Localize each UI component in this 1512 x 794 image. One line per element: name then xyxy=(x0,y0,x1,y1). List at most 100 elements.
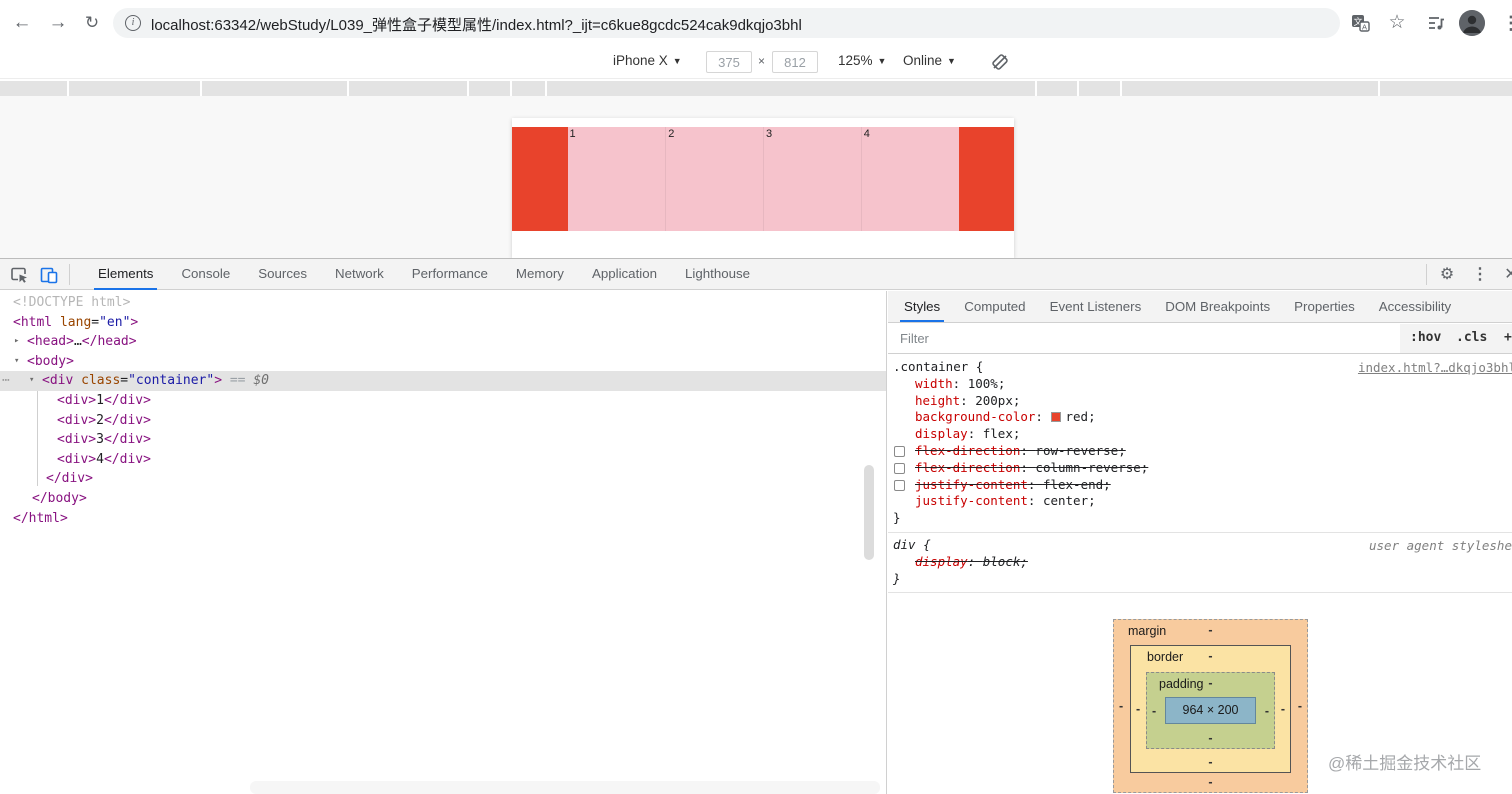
elements-horizontal-scrollbar[interactable] xyxy=(250,781,880,794)
dom-tree-row[interactable]: ▾ <body> xyxy=(0,352,886,372)
sidebar-tab-event-listeners[interactable]: Event Listeners xyxy=(1038,291,1154,322)
address-bar[interactable]: i localhost:63342/webStudy/L039_弹性盒子模型属性… xyxy=(113,8,1340,38)
rule-source-link[interactable]: index.html?…dkqjo3bhl xyxy=(1358,360,1512,377)
css-declaration[interactable]: width: 100%; xyxy=(888,376,1512,393)
css-declaration[interactable]: display: block; xyxy=(888,554,1512,571)
dom-tree-row[interactable]: <div>1</div> xyxy=(0,391,886,411)
tab-network[interactable]: Network xyxy=(321,259,398,290)
toggle-element-state-button[interactable]: :hov xyxy=(1410,330,1441,345)
tab-application[interactable]: Application xyxy=(578,259,671,290)
dom-tree-row[interactable]: ▸ <head>…</head> xyxy=(0,332,886,352)
expand-arrow-icon[interactable]: ▾ xyxy=(29,371,34,391)
css-declaration[interactable]: background-color: red; xyxy=(888,409,1512,426)
color-swatch[interactable] xyxy=(1051,412,1062,423)
chrome-window: ← → ↻ i localhost:63342/webStudy/L039_弹性… xyxy=(0,0,1512,794)
chevron-down-icon: ▼ xyxy=(947,56,956,66)
row-options-dots[interactable]: ⋯ xyxy=(2,371,10,391)
preview-item: 4 xyxy=(860,127,959,231)
content-dimensions: 964 × 200 xyxy=(1182,703,1239,717)
expand-arrow-icon[interactable]: ▸ xyxy=(14,332,19,352)
box-model-content[interactable]: 964 × 200 xyxy=(1165,697,1256,724)
device-toolbar: iPhone X▼ × 125%▼ Online▼ xyxy=(0,46,1512,79)
bookmark-star-icon[interactable]: ☆ xyxy=(1386,13,1408,35)
dom-tree-row[interactable]: </body> xyxy=(0,489,886,509)
translate-icon[interactable]: 文A xyxy=(1350,13,1372,35)
declaration-checkbox[interactable] xyxy=(894,479,905,491)
reload-icon[interactable]: ↻ xyxy=(80,11,104,35)
site-info-icon[interactable]: i xyxy=(125,15,141,31)
chevron-down-icon: ▼ xyxy=(672,56,682,66)
box-model-border[interactable]: border - - - - padding - - - - 964 × 200 xyxy=(1130,645,1291,773)
dom-tree-row[interactable]: <!DOCTYPE html> xyxy=(0,293,886,313)
sidebar-tab-properties[interactable]: Properties xyxy=(1282,291,1367,322)
expand-arrow-icon[interactable]: ▾ xyxy=(14,352,19,372)
dom-tree-row[interactable]: ⋯ ▾ <div class="container"> == $0 xyxy=(0,371,886,391)
css-declaration[interactable]: height: 200px; xyxy=(888,393,1512,410)
back-icon[interactable]: ← xyxy=(10,11,34,35)
dom-tree-row[interactable]: <div>4</div> xyxy=(0,450,886,470)
inspect-element-icon[interactable] xyxy=(9,265,29,285)
toolbar-divider xyxy=(1426,264,1427,285)
preview-item: 2 xyxy=(665,127,763,231)
css-declaration[interactable]: justify-content: flex-end; xyxy=(888,477,1512,494)
devtools-toolbar: Elements Console Sources Network Performance… xyxy=(0,259,1512,290)
box-model-margin[interactable]: margin - - - - border - - - - padding - xyxy=(1113,619,1308,793)
preview-flex-container: 1234 xyxy=(512,127,1014,231)
close-icon[interactable]: ✕ xyxy=(1502,266,1512,284)
css-selector[interactable]: .container { xyxy=(888,359,983,374)
css-declaration[interactable]: flex-direction: column-reverse; xyxy=(888,460,1512,477)
sidebar-tab-dom-breakpoints[interactable]: DOM Breakpoints xyxy=(1153,291,1282,322)
dom-tree-row[interactable]: <html lang="en"> xyxy=(0,313,886,333)
preview-item: 1 xyxy=(567,127,666,231)
dom-tree-row[interactable]: </html> xyxy=(0,509,886,529)
devtools-menu-icon[interactable]: ⋮ xyxy=(1471,266,1489,284)
tab-console[interactable]: Console xyxy=(167,259,244,290)
sidebar-tab-computed[interactable]: Computed xyxy=(952,291,1037,322)
browser-menu-icon[interactable]: ⋮ xyxy=(1500,13,1512,35)
viewport-width-input[interactable] xyxy=(706,51,752,73)
url-text: localhost:63342/webStudy/L039_弹性盒子模型属性/i… xyxy=(151,17,802,34)
rotate-viewport-icon[interactable] xyxy=(990,52,1010,72)
browser-toolbar: ← → ↻ i localhost:63342/webStudy/L039_弹性… xyxy=(0,0,1512,46)
preview-item: 3 xyxy=(763,127,861,231)
tab-memory[interactable]: Memory xyxy=(502,259,578,290)
zoom-select[interactable]: 125% ▼ xyxy=(838,53,886,68)
device-viewport-area: 1234 xyxy=(0,96,1512,258)
device-toolbar-toggle-icon[interactable] xyxy=(39,265,59,285)
profile-avatar[interactable] xyxy=(1459,10,1485,36)
styles-filter-input[interactable] xyxy=(888,324,1400,353)
watermark: @稀土掘金技术社区 xyxy=(1328,754,1482,773)
new-style-rule-button[interactable]: + xyxy=(1504,330,1512,345)
dom-tree-row[interactable]: </div> xyxy=(0,469,886,489)
settings-gear-icon[interactable]: ⚙ xyxy=(1438,266,1456,284)
elements-panel: <!DOCTYPE html> <html lang="en"> ▸ <head>…<… xyxy=(0,291,887,794)
forward-icon[interactable]: → xyxy=(46,11,70,35)
border-label: border xyxy=(1147,650,1184,664)
css-declaration[interactable]: flex-direction: row-reverse; xyxy=(888,443,1512,460)
css-declaration[interactable]: display: flex; xyxy=(888,426,1512,443)
css-selector[interactable]: div { xyxy=(888,537,931,552)
css-declaration[interactable]: justify-content: center; xyxy=(888,493,1512,510)
declaration-checkbox[interactable] xyxy=(894,462,905,474)
tab-elements[interactable]: Elements xyxy=(84,259,167,290)
dom-tree-row[interactable]: <div>3</div> xyxy=(0,430,886,450)
top-strip xyxy=(0,81,1512,96)
sidebar-tab-accessibility[interactable]: Accessibility xyxy=(1367,291,1463,322)
toolbar-divider xyxy=(69,264,70,285)
sidebar-tab-styles[interactable]: Styles xyxy=(892,291,952,322)
declaration-checkbox[interactable] xyxy=(894,445,905,457)
box-model-padding[interactable]: padding - - - - 964 × 200 xyxy=(1146,672,1275,749)
dom-tree-row[interactable]: <div>2</div> xyxy=(0,411,886,431)
viewport-height-input[interactable] xyxy=(772,51,818,73)
elements-tree: <!DOCTYPE html> <html lang="en"> ▸ <head>…<… xyxy=(0,293,886,529)
tab-performance[interactable]: Performance xyxy=(398,259,502,290)
styles-sidebar: Styles Computed Event Listeners DOM Breakpo… xyxy=(888,291,1512,794)
element-classes-button[interactable]: .cls xyxy=(1456,330,1487,345)
tab-sources[interactable]: Sources xyxy=(244,259,321,290)
device-select[interactable]: iPhone X ▼ xyxy=(613,53,682,68)
tab-lighthouse[interactable]: Lighthouse xyxy=(671,259,764,290)
elements-scrollbar[interactable] xyxy=(864,465,874,560)
rule-source-link[interactable]: user agent stylesheet xyxy=(1369,538,1512,555)
media-controls-icon[interactable] xyxy=(1426,13,1448,35)
throttling-select[interactable]: Online ▼ xyxy=(903,53,956,68)
